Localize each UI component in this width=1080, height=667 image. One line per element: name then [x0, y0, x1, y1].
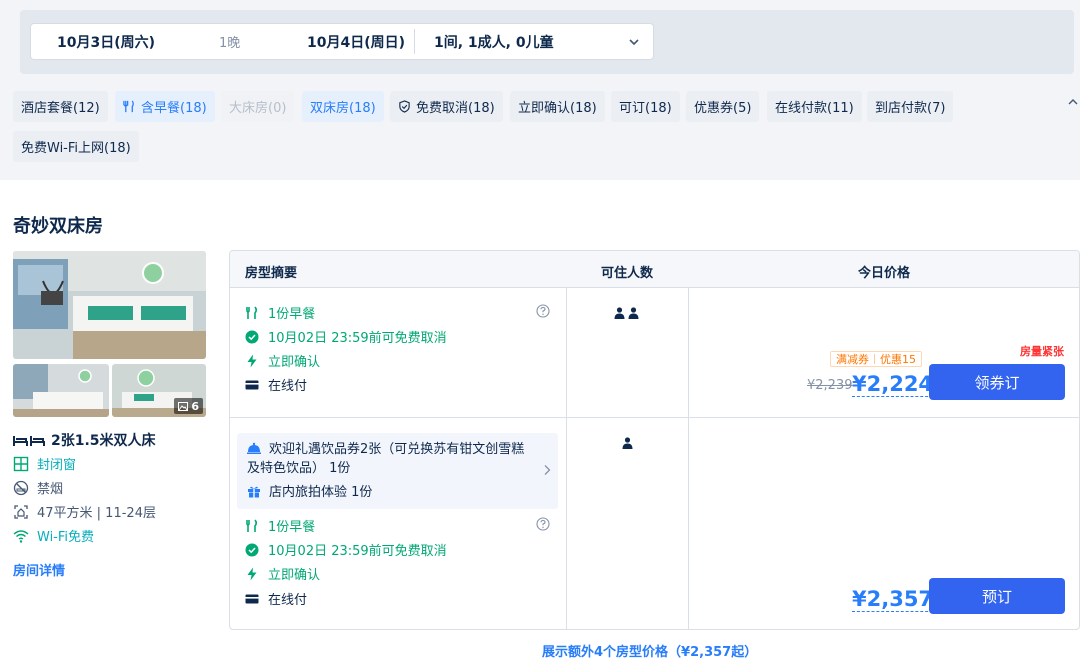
filter-chip-free-cancel[interactable]: 免费取消(18)	[390, 91, 503, 122]
col-summary: 房型摘要	[245, 266, 298, 281]
checkout-date[interactable]: 10月4日(周日)	[307, 32, 405, 52]
promo-tags: 满减券 优惠15	[830, 351, 922, 367]
occupancy-2	[614, 307, 639, 319]
book-button[interactable]: 预订	[929, 578, 1065, 614]
filter-chip-instant-confirm[interactable]: 立即确认(18)	[510, 91, 605, 122]
filter-chip-pay-online[interactable]: 在线付款(11)	[767, 91, 862, 122]
col-price: 今日价格	[858, 266, 911, 281]
filter-chip-king-bed: 大床房(0)	[221, 91, 295, 122]
card-icon	[245, 594, 259, 603]
payment-method: 在线付	[245, 589, 307, 608]
filter-chip-package[interactable]: 酒店套餐(12)	[13, 91, 108, 122]
filter-chip-free-wifi[interactable]: 免费Wi-Fi上网(18)	[13, 131, 139, 162]
claim-coupon-book-button[interactable]: 领券订	[929, 364, 1065, 400]
col-occupancy: 可住人数	[601, 266, 654, 281]
payment-method: 在线付	[245, 375, 307, 394]
room-details-link[interactable]: 房间详情	[13, 560, 65, 579]
divider	[414, 29, 415, 54]
image-icon	[178, 401, 189, 411]
fork-knife-icon	[123, 100, 134, 113]
fork-knife-icon	[246, 518, 258, 532]
instant-confirm-perk: 立即确认	[245, 351, 320, 370]
filter-chip-breakfast[interactable]: 含早餐(18)	[115, 91, 215, 122]
filter-chip-twin-bed[interactable]: 双床房(18)	[302, 91, 384, 122]
smoking-info: 禁烟	[13, 478, 63, 497]
show-more-rates-link[interactable]: 展示额外4个房型价格（¥2,357起）	[542, 641, 757, 660]
rate-table: 房型摘要 可住人数 今日价格 1份早餐 10月02日 23:59前可免费取消 立…	[229, 250, 1080, 630]
wifi-info: Wi-Fi免费	[13, 526, 94, 545]
room-photo-image	[13, 251, 206, 359]
guest-selector[interactable]: 1间, 1成人, 0儿童	[434, 32, 554, 52]
card-icon	[245, 380, 259, 389]
column-divider	[688, 288, 689, 629]
wifi-icon	[13, 529, 29, 543]
search-bar: 10月3日(周六) 1晚 10月4日(周日) 1间, 1成人, 0儿童	[20, 10, 1074, 74]
filter-chip-pay-at-hotel[interactable]: 到店付款(7)	[867, 91, 954, 122]
table-header: 房型摘要 可住人数 今日价格	[230, 251, 1079, 288]
free-cancel-perk: 10月02日 23:59前可免费取消	[245, 327, 447, 346]
room-photo-image	[13, 364, 109, 417]
breakfast-perk: 1份早餐	[245, 516, 315, 535]
window-icon	[13, 456, 29, 471]
no-smoking-icon	[13, 480, 29, 495]
room-photo-thumb[interactable]: 6	[112, 364, 206, 417]
area-icon	[14, 504, 28, 519]
gift-item: 店内旅拍体验 1份	[247, 483, 372, 502]
person-icon	[628, 307, 639, 319]
window-info: 封闭窗	[13, 454, 76, 473]
bed-info: 2张1.5米双人床	[13, 430, 156, 450]
nights-count: 1晚	[219, 36, 241, 51]
shield-check-icon	[399, 100, 410, 113]
current-price[interactable]: ¥2,357	[852, 587, 934, 612]
chevron-up-icon[interactable]	[1067, 96, 1079, 108]
date-guest-selector[interactable]: 10月3日(周六) 1晚 10月4日(周日) 1间, 1成人, 0儿童	[30, 23, 654, 60]
lightning-icon	[247, 567, 257, 580]
bed-icon	[13, 436, 45, 446]
filter-chip-coupon[interactable]: 优惠券(5)	[686, 91, 760, 122]
gift-icon	[248, 486, 260, 498]
gift-item: 欢迎礼遇饮品券2张（可兑换苏有钳文创雪糕	[247, 440, 524, 459]
occupancy-1	[622, 437, 633, 449]
check-circle-icon	[245, 543, 259, 556]
area-floor-info: 47平方米 | 11-24层	[13, 502, 156, 521]
room-photo-thumb[interactable]	[13, 364, 109, 417]
gift-item-cont: 及特色饮品） 1份	[247, 461, 351, 476]
chevron-down-icon[interactable]	[627, 35, 641, 49]
check-circle-icon	[245, 330, 259, 343]
checkin-date[interactable]: 10月3日(周六)	[57, 32, 155, 52]
help-icon[interactable]	[536, 517, 550, 531]
scarce-badge: 房量紧张	[1020, 345, 1064, 358]
chevron-right-icon	[544, 465, 551, 475]
original-price: ¥2,239	[807, 378, 853, 393]
person-icon	[622, 437, 633, 449]
person-icon	[614, 307, 625, 319]
room-photo-main[interactable]	[13, 251, 206, 359]
current-price[interactable]: ¥2,224	[852, 372, 934, 397]
row-divider	[230, 417, 1079, 418]
column-divider	[566, 288, 567, 629]
help-icon[interactable]	[536, 304, 550, 318]
instant-confirm-perk: 立即确认	[245, 564, 320, 583]
filter-chip-bookable[interactable]: 可订(18)	[611, 91, 680, 122]
fork-knife-icon	[246, 305, 258, 319]
room-name: 奇妙双床房	[13, 216, 103, 237]
free-cancel-perk: 10月02日 23:59前可免费取消	[245, 540, 447, 559]
breakfast-perk: 1份早餐	[245, 303, 315, 322]
room-card: 奇妙双床房 6 2张1.5米双人床 封闭窗 禁烟 47平方米 | 11-24层 …	[0, 180, 1080, 667]
cloche-icon	[247, 442, 261, 454]
gift-package[interactable]: 欢迎礼遇饮品券2张（可兑换苏有钳文创雪糕 及特色饮品） 1份 店内旅拍体验 1份	[237, 433, 558, 509]
lightning-icon	[247, 354, 257, 367]
photo-count-badge: 6	[174, 398, 203, 414]
